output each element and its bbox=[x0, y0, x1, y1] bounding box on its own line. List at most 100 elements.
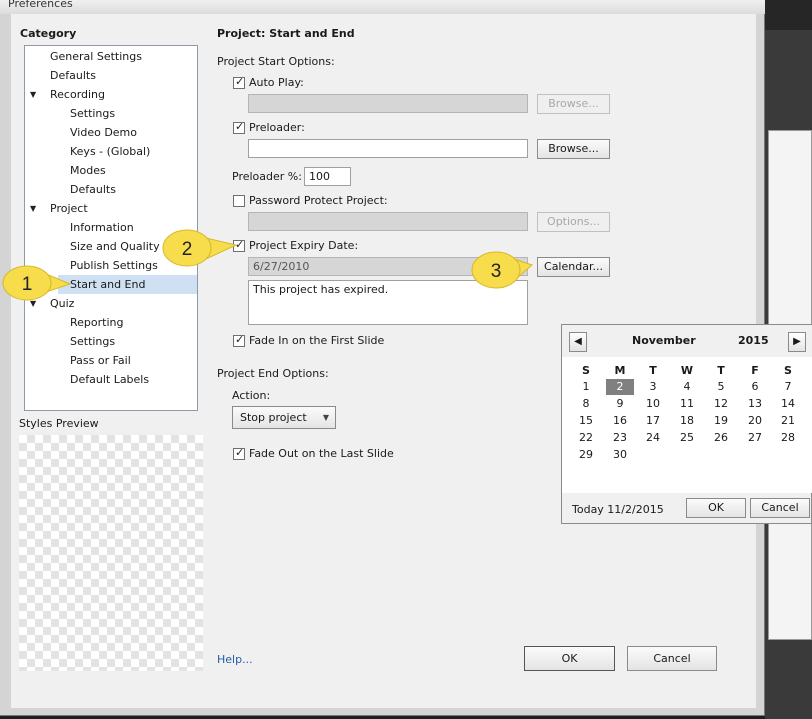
expiry-date-label: Project Expiry Date: bbox=[249, 239, 359, 252]
styles-preview-label: Styles Preview bbox=[19, 417, 99, 430]
preloader-checkbox[interactable] bbox=[233, 120, 245, 134]
calendar-day[interactable]: 17 bbox=[639, 413, 667, 429]
calendar-day[interactable]: 9 bbox=[606, 396, 634, 412]
calendar-day[interactable]: 16 bbox=[606, 413, 634, 429]
preloader-percent-label: Preloader %: bbox=[232, 170, 302, 183]
action-dropdown[interactable]: Stop project ▼ bbox=[232, 406, 336, 429]
category-item[interactable]: Default Labels bbox=[70, 370, 149, 389]
calendar-weekday: S bbox=[582, 364, 590, 377]
fade-in-label: Fade In on the First Slide bbox=[249, 334, 385, 347]
category-item[interactable]: Reporting bbox=[70, 313, 123, 332]
calendar-day[interactable]: 22 bbox=[572, 430, 600, 446]
page-title: Project: Start and End bbox=[217, 27, 355, 40]
chevron-right-icon: ▶ bbox=[793, 336, 801, 347]
password-protect-label: Password Protect Project: bbox=[249, 194, 388, 207]
calendar-day[interactable]: 12 bbox=[707, 396, 735, 412]
category-heading: Category bbox=[20, 27, 77, 40]
category-item[interactable]: Start and End bbox=[70, 275, 145, 294]
calendar-day[interactable]: 25 bbox=[673, 430, 701, 446]
action-dropdown-value: Stop project bbox=[240, 411, 307, 424]
calendar-weekday: M bbox=[614, 364, 626, 377]
end-options-label: Project End Options: bbox=[217, 367, 329, 380]
calendar-day[interactable]: 7 bbox=[774, 379, 802, 395]
category-item[interactable]: Settings bbox=[70, 332, 115, 351]
category-item[interactable]: Information bbox=[70, 218, 134, 237]
category-item[interactable]: Settings bbox=[70, 104, 115, 123]
calendar-weekday: S bbox=[784, 364, 792, 377]
ok-button[interactable]: OK bbox=[524, 646, 615, 671]
category-item[interactable]: Recording bbox=[50, 85, 105, 104]
category-item[interactable]: Modes bbox=[70, 161, 106, 180]
calendar-day[interactable]: 5 bbox=[707, 379, 735, 395]
preloader-path-field[interactable] bbox=[248, 139, 528, 158]
preloader-browse-button[interactable]: Browse... bbox=[537, 139, 610, 159]
calendar-day[interactable]: 29 bbox=[572, 447, 600, 463]
category-item[interactable]: Defaults bbox=[70, 180, 116, 199]
styles-preview-area bbox=[19, 435, 203, 671]
calendar-day[interactable]: 20 bbox=[741, 413, 769, 429]
calendar-day[interactable]: 18 bbox=[673, 413, 701, 429]
calendar-day[interactable]: 2 bbox=[606, 379, 634, 395]
category-item[interactable]: Defaults bbox=[50, 66, 96, 85]
category-item[interactable]: Project bbox=[50, 199, 88, 218]
password-field[interactable] bbox=[248, 212, 528, 231]
calendar-day[interactable]: 14 bbox=[774, 396, 802, 412]
calendar-day[interactable]: 15 bbox=[572, 413, 600, 429]
calendar-popup: ◀ November 2015 ▶ S M T W T F S 1 2 3 4 5 6 7 8 9 10 11 12… bbox=[561, 324, 812, 524]
background-toolbar bbox=[765, 0, 812, 30]
category-item[interactable]: Pass or Fail bbox=[70, 351, 131, 370]
calendar-grid: S M T W T F S 1 2 3 4 5 6 7 8 9 10 11 12 13 14 15 16 17 18 19 20 21… bbox=[562, 357, 812, 493]
calendar-weekday: F bbox=[751, 364, 759, 377]
calendar-weekday: T bbox=[717, 364, 725, 377]
calendar-day[interactable]: 28 bbox=[774, 430, 802, 446]
password-protect-checkbox[interactable] bbox=[233, 195, 245, 207]
calendar-day[interactable]: 24 bbox=[639, 430, 667, 446]
cancel-button[interactable]: Cancel bbox=[627, 646, 717, 671]
calendar-day[interactable]: 27 bbox=[741, 430, 769, 446]
calendar-day[interactable]: 1 bbox=[572, 379, 600, 395]
chevron-left-icon: ◀ bbox=[574, 336, 582, 347]
auto-play-checkbox[interactable] bbox=[233, 75, 245, 89]
callout-2: 2 bbox=[162, 229, 238, 267]
callout-2-label: 2 bbox=[182, 239, 193, 260]
calendar-button[interactable]: Calendar... bbox=[537, 257, 610, 277]
help-link[interactable]: Help... bbox=[217, 653, 253, 666]
calendar-day[interactable]: 4 bbox=[673, 379, 701, 395]
calendar-day[interactable]: 11 bbox=[673, 396, 701, 412]
calendar-day[interactable]: 26 bbox=[707, 430, 735, 446]
fade-in-checkbox[interactable] bbox=[233, 333, 245, 347]
calendar-day[interactable]: 21 bbox=[774, 413, 802, 429]
calendar-day[interactable]: 6 bbox=[741, 379, 769, 395]
calendar-day[interactable]: 3 bbox=[639, 379, 667, 395]
calendar-ok-button[interactable]: OK bbox=[686, 498, 746, 518]
fade-out-checkbox[interactable] bbox=[233, 446, 245, 460]
expand-triangle-icon[interactable]: ▼ bbox=[30, 204, 36, 213]
expand-triangle-icon[interactable]: ▼ bbox=[30, 90, 36, 99]
password-options-button[interactable]: Options... bbox=[537, 212, 610, 232]
calendar-cancel-button[interactable]: Cancel bbox=[750, 498, 810, 518]
callout-3-label: 3 bbox=[491, 261, 502, 282]
auto-play-browse-button[interactable]: Browse... bbox=[537, 94, 610, 114]
calendar-day[interactable]: 10 bbox=[639, 396, 667, 412]
category-item[interactable]: General Settings bbox=[50, 47, 142, 66]
callout-1-label: 1 bbox=[22, 274, 33, 295]
fade-out-label: Fade Out on the Last Slide bbox=[249, 447, 394, 460]
category-item[interactable]: Size and Quality bbox=[70, 237, 160, 256]
category-item[interactable]: Keys - (Global) bbox=[70, 142, 150, 161]
calendar-today-label[interactable]: Today 11/2/2015 bbox=[572, 503, 664, 516]
auto-play-path-field[interactable] bbox=[248, 94, 528, 113]
calendar-day[interactable]: 8 bbox=[572, 396, 600, 412]
calendar-day[interactable]: 23 bbox=[606, 430, 634, 446]
callout-3: 3 bbox=[471, 251, 533, 289]
calendar-weekday: T bbox=[649, 364, 657, 377]
previous-month-button[interactable]: ◀ bbox=[569, 332, 587, 352]
calendar-weekday: W bbox=[680, 364, 694, 377]
next-month-button[interactable]: ▶ bbox=[788, 332, 806, 352]
start-options-label: Project Start Options: bbox=[217, 55, 335, 68]
calendar-day[interactable]: 13 bbox=[741, 396, 769, 412]
calendar-day[interactable]: 19 bbox=[707, 413, 735, 429]
calendar-day[interactable]: 30 bbox=[606, 447, 634, 463]
category-item[interactable]: Publish Settings bbox=[70, 256, 158, 275]
category-item[interactable]: Video Demo bbox=[70, 123, 137, 142]
preloader-percent-field[interactable]: 100 bbox=[304, 167, 351, 186]
